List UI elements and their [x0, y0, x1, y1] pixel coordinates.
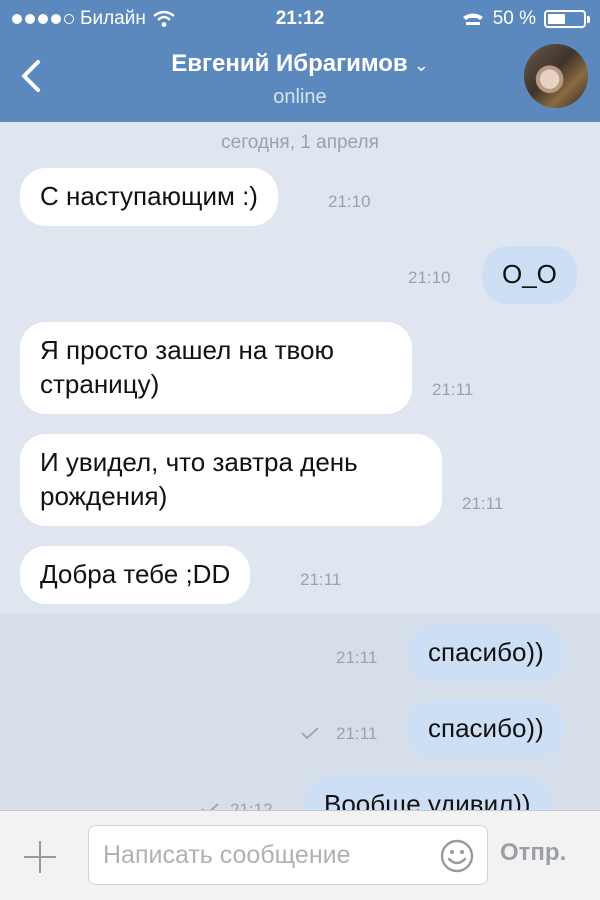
message-bubble-incoming[interactable]: Добра тебе ;DD: [20, 546, 251, 604]
emoji-icon[interactable]: [439, 838, 475, 874]
contact-status: online: [273, 86, 327, 108]
message-list[interactable]: сегодня, 1 апреля С наступающим :) 21:10…: [0, 122, 600, 810]
message-time: 21:12: [230, 800, 273, 810]
top-header: Билайн 21:12 50 % Евгений Ибрагимов ⌄ on…: [0, 0, 600, 122]
message-input-field[interactable]: [88, 825, 488, 885]
tty-phone-icon: [462, 13, 483, 25]
nav-bar: Евгений Ибрагимов ⌄ online: [0, 40, 600, 122]
message-text: O_O: [502, 259, 557, 289]
message-time: 21:11: [336, 724, 378, 743]
message-bubble-outgoing[interactable]: Вообще удивил)): [304, 776, 551, 810]
message-bubble-outgoing[interactable]: O_O: [482, 246, 577, 304]
message-time: 21:11: [462, 494, 504, 513]
message-time: 21:11: [300, 570, 342, 589]
avatar[interactable]: [524, 44, 588, 108]
status-right: 50 %: [461, 8, 590, 30]
message-bubble-incoming[interactable]: С наступающим :): [20, 168, 278, 226]
message-time: 21:11: [336, 648, 378, 667]
message-text: И увидел, что завтра день рождения): [40, 447, 358, 511]
compose-bar: Отпр.: [0, 810, 600, 900]
battery-percent: 50 %: [492, 8, 536, 29]
message-input[interactable]: [103, 838, 433, 872]
battery-level-fill: [548, 14, 565, 24]
message-text: Вообще удивил)): [324, 789, 531, 810]
message-text: спасибо)): [428, 637, 544, 667]
status-bar: Билайн 21:12 50 %: [0, 0, 600, 40]
message-bubble-outgoing[interactable]: спасибо)): [408, 624, 564, 682]
message-text: Добра тебе ;DD: [40, 559, 231, 589]
message-bubble-outgoing[interactable]: спасибо)): [408, 700, 564, 758]
contact-name: Евгений Ибрагимов: [171, 50, 408, 77]
message-bubble-incoming[interactable]: Я просто зашел на твою страницу): [20, 322, 412, 414]
date-separator: сегодня, 1 апреля: [221, 132, 379, 153]
message-time: 21:11: [432, 380, 474, 399]
message-bubble-incoming[interactable]: И увидел, что завтра день рождения): [20, 434, 442, 526]
battery-icon: [544, 10, 590, 28]
check-icon: [201, 803, 219, 810]
chevron-down-icon: ⌄: [413, 55, 429, 75]
check-icon: [301, 727, 319, 740]
message-text: Я просто зашел на твою страницу): [40, 335, 334, 399]
message-text: спасибо)): [428, 713, 544, 743]
contact-name-dropdown[interactable]: Евгений Ибрагимов ⌄: [0, 50, 600, 78]
attach-button[interactable]: [20, 837, 60, 877]
message-time: 21:10: [408, 268, 451, 287]
message-time: 21:10: [328, 192, 371, 211]
send-button[interactable]: Отпр.: [500, 839, 566, 867]
message-text: С наступающим :): [40, 181, 258, 211]
